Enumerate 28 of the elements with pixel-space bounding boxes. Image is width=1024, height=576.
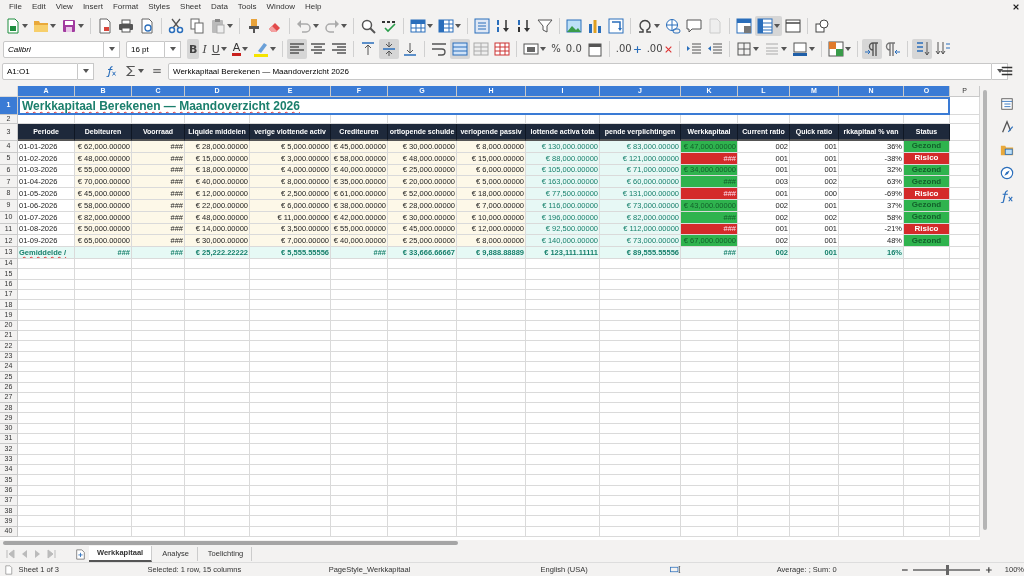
menu-item[interactable]: Data <box>205 1 233 13</box>
toolbar-button[interactable]: A <box>229 39 251 59</box>
toolbar-button[interactable]: % <box>549 39 563 59</box>
status-cell: Risico <box>904 188 950 200</box>
toolbar-button[interactable]: 0.0 <box>563 39 584 59</box>
status-cell: Gezond <box>904 141 950 153</box>
menu-item[interactable]: Insert <box>77 1 108 13</box>
toolbar-button[interactable]: .00 <box>644 39 675 59</box>
menu-item[interactable]: Window <box>261 1 300 13</box>
toolbar-button[interactable]: .00 <box>613 39 644 59</box>
toolbar-button[interactable]: B <box>187 39 200 59</box>
status-cell: Gezond <box>904 176 950 189</box>
font-size-field[interactable]: 16 pt <box>126 40 165 58</box>
menu-item[interactable]: Tools <box>232 1 262 13</box>
menu-item[interactable]: Format <box>107 1 144 13</box>
menu-item[interactable]: Help <box>300 1 327 13</box>
menu-item[interactable]: File <box>4 1 27 13</box>
font-name-field[interactable]: Calibri <box>3 40 104 58</box>
menu-item[interactable]: Edit <box>26 1 51 13</box>
toolbar-button[interactable]: U <box>209 39 229 59</box>
name-box[interactable]: A1:O1 <box>2 62 78 80</box>
menu-item[interactable]: Styles <box>143 1 176 13</box>
status-cell: Gezond <box>904 235 950 248</box>
toolbar-button[interactable]: I <box>200 39 209 59</box>
formula-input[interactable]: Werkkapitaal Berekenen — Maandoverzicht 2026 <box>168 62 992 80</box>
sheet-title: Werkkapitaal Berekenen — Maandoverzicht 2026 <box>18 97 950 115</box>
menu-item[interactable]: Sheet <box>175 1 206 13</box>
menu-item[interactable]: View <box>50 1 78 13</box>
